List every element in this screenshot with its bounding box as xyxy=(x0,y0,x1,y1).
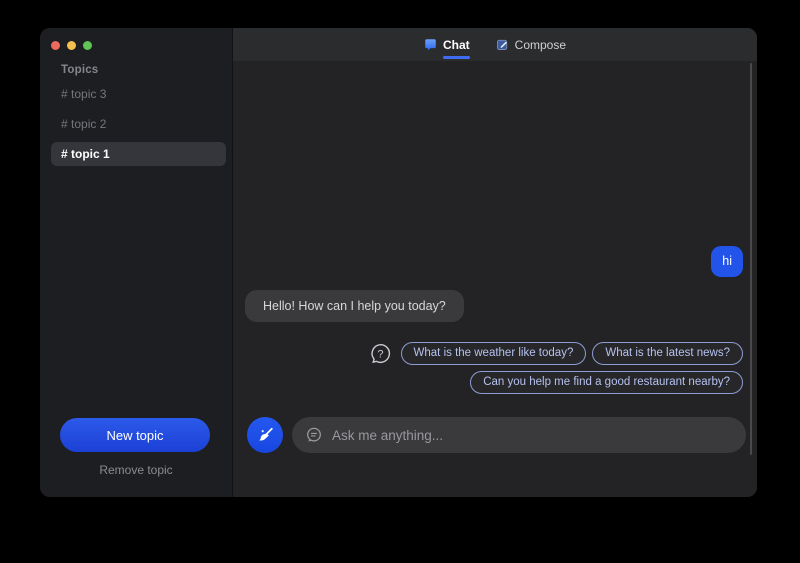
suggestions-row: Can you help me find a good restaurant n… xyxy=(470,371,743,394)
main-panel: Chat Compose hi Hello! How can I help yo… xyxy=(233,28,757,497)
topic-list: # topic 3 # topic 2 # topic 1 xyxy=(51,82,226,172)
zoom-window-button[interactable] xyxy=(83,41,92,50)
broom-icon xyxy=(256,426,275,445)
chat-scroll-area[interactable]: hi Hello! How can I help you today? ? Wh… xyxy=(233,61,757,497)
scrollbar[interactable] xyxy=(750,63,752,455)
suggestion-weather-button[interactable]: What is the weather like today? xyxy=(401,342,587,365)
tab-compose[interactable]: Compose xyxy=(496,38,566,52)
suggestion-restaurant-button[interactable]: Can you help me find a good restaurant n… xyxy=(470,371,743,394)
message-input[interactable] xyxy=(332,428,733,443)
chat-bubble-icon xyxy=(424,38,437,51)
svg-text:?: ? xyxy=(377,348,383,360)
topics-heading: Topics xyxy=(61,64,98,76)
user-message-bubble: hi xyxy=(711,246,743,277)
tab-bar: Chat Compose xyxy=(233,28,757,61)
sidebar: Topics # topic 3 # topic 2 # topic 1 New… xyxy=(40,28,233,497)
remove-topic-button[interactable]: Remove topic xyxy=(40,463,232,477)
window-controls xyxy=(51,41,92,50)
topic-list-item[interactable]: # topic 3 xyxy=(51,82,226,106)
tab-compose-label: Compose xyxy=(515,38,566,52)
topic-list-item[interactable]: # topic 2 xyxy=(51,112,226,136)
topic-list-item-selected[interactable]: # topic 1 xyxy=(51,142,226,166)
app-window: Topics # topic 3 # topic 2 # topic 1 New… xyxy=(40,28,757,497)
suggestion-news-button[interactable]: What is the latest news? xyxy=(592,342,743,365)
message-input-field-container[interactable] xyxy=(292,417,746,453)
clear-conversation-button[interactable] xyxy=(247,417,283,453)
new-topic-button[interactable]: New topic xyxy=(60,418,210,452)
suggested-prompts: ? What is the weather like today? What i… xyxy=(369,342,743,394)
tab-chat-label: Chat xyxy=(443,38,470,52)
minimize-window-button[interactable] xyxy=(67,41,76,50)
assistant-message-bubble: Hello! How can I help you today? xyxy=(245,290,464,322)
message-bubble-icon xyxy=(305,426,323,444)
close-window-button[interactable] xyxy=(51,41,60,50)
question-bubble-icon[interactable]: ? xyxy=(369,342,392,365)
tab-chat[interactable]: Chat xyxy=(424,38,470,52)
message-input-bar xyxy=(247,417,746,453)
compose-icon xyxy=(496,38,509,51)
suggestions-row: ? What is the weather like today? What i… xyxy=(369,342,743,365)
